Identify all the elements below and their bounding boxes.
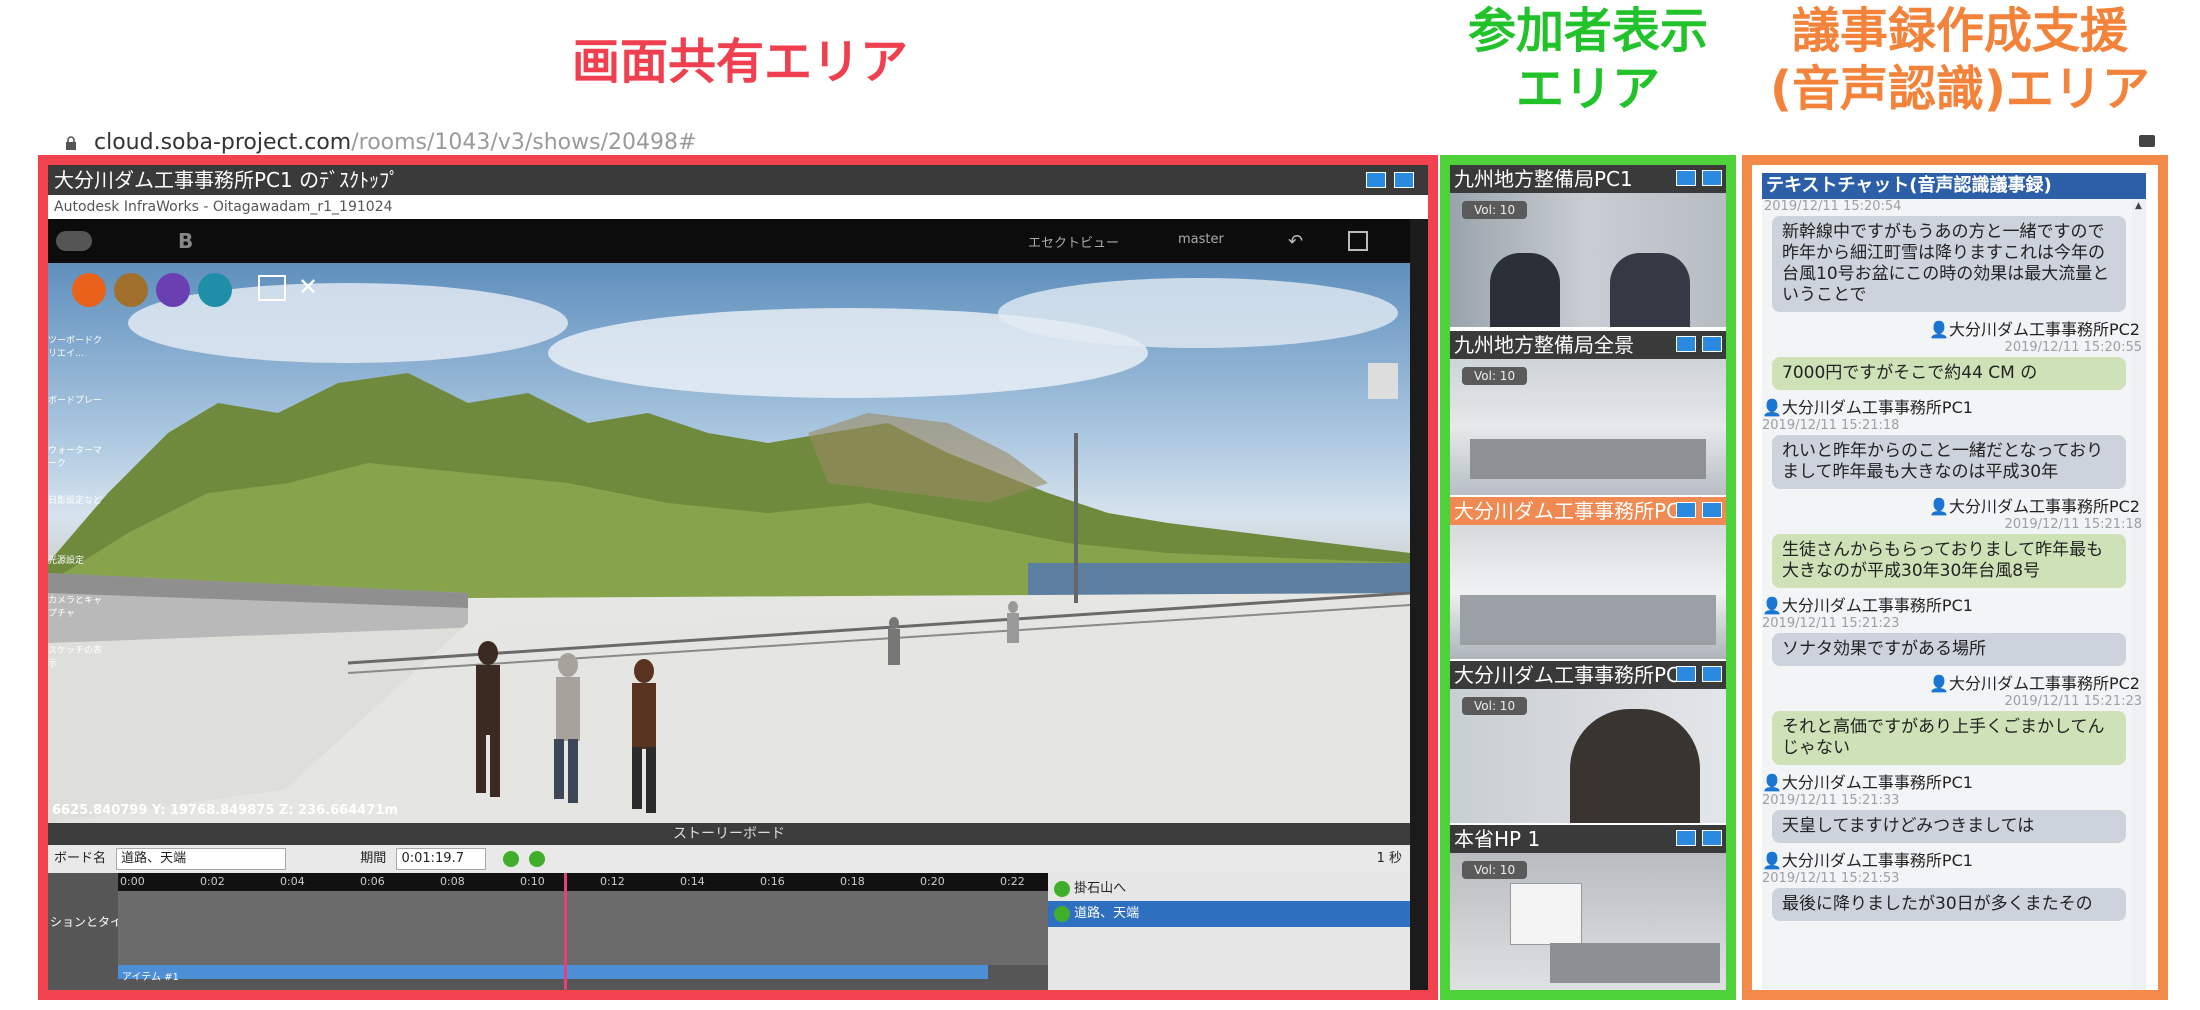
url-host: cloud.soba-project.com xyxy=(94,130,352,155)
screen-share-frame xyxy=(38,155,1438,1000)
minutes-frame xyxy=(1742,155,2168,1000)
heading-participants-line1: 参加者表示 xyxy=(1467,3,1708,59)
heading-screen-share: 画面共有エリア xyxy=(571,34,908,90)
browser-url-bar[interactable]: cloud.soba-project.com/rooms/1043/v3/sho… xyxy=(55,128,2175,158)
lock-icon xyxy=(66,136,76,150)
heading-minutes: 議事録作成支援 (音声認識)エリア xyxy=(1740,2,2180,118)
heading-participants-line2: エリア xyxy=(1515,61,1660,117)
heading-minutes-line1: 議事録作成支援 xyxy=(1791,3,2128,59)
camera-icon[interactable] xyxy=(2139,135,2155,147)
url-path: /rooms/1043/v3/shows/20498# xyxy=(351,130,697,155)
heading-participants: 参加者表示 エリア xyxy=(1440,2,1736,118)
participants-frame xyxy=(1440,155,1736,1000)
heading-minutes-line2: (音声認識)エリア xyxy=(1770,61,2150,117)
